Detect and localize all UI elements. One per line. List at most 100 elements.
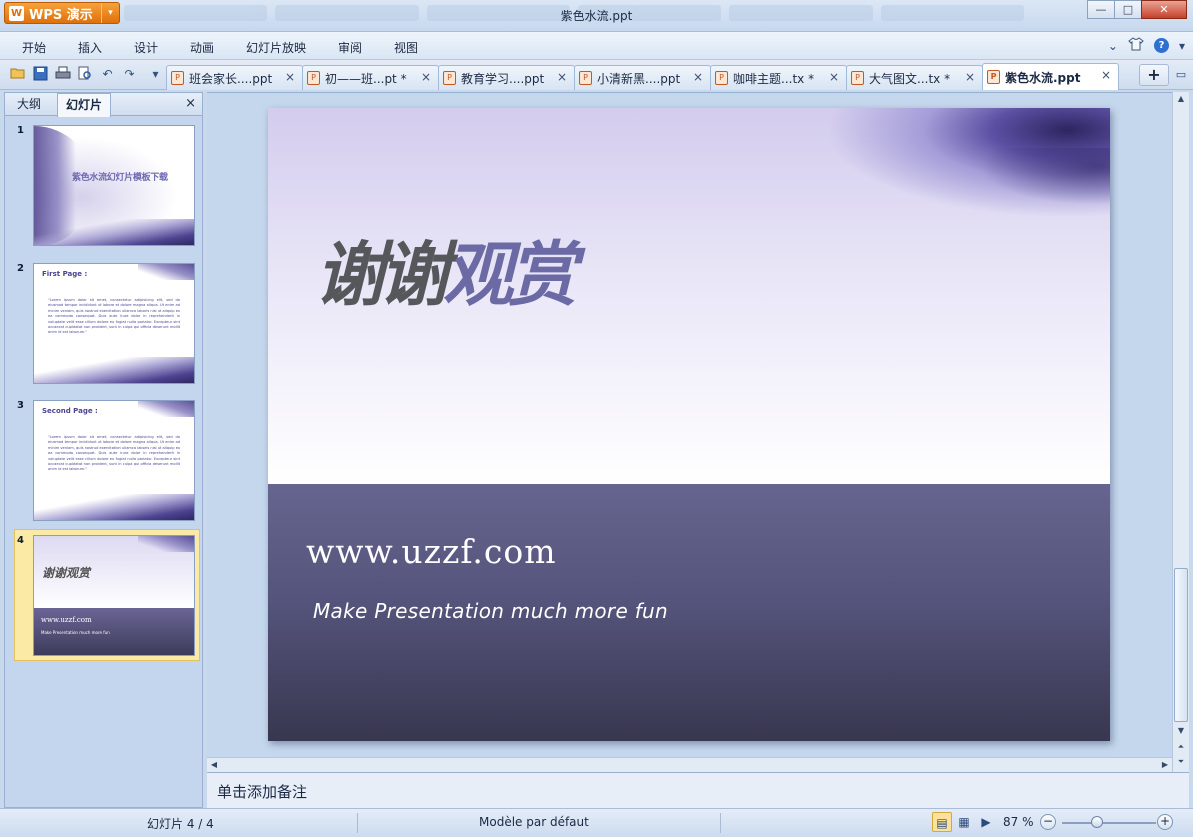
- notes-pane[interactable]: 单击添加备注: [207, 772, 1189, 808]
- doc-tab[interactable]: P 初——班...pt * ×: [302, 65, 439, 90]
- slide-thumbnail-1[interactable]: 紫色水流幻灯片模板下载: [33, 125, 195, 246]
- scroll-up-icon[interactable]: ▲: [1173, 92, 1189, 106]
- ribbon-toggle-chevron-icon[interactable]: ⌄: [1108, 39, 1118, 53]
- print-preview-icon[interactable]: [76, 66, 93, 83]
- doc-tab[interactable]: P 小清新黑....ppt ×: [574, 65, 711, 90]
- water-splash-graphic: [138, 401, 194, 417]
- ppt-file-icon: P: [987, 70, 1000, 84]
- slide-thumbnail-4[interactable]: 谢谢观赏 www.uzzf.com Make Presentation much…: [33, 535, 195, 656]
- zoom-out-button[interactable]: −: [1040, 814, 1056, 830]
- print-icon[interactable]: [54, 66, 71, 83]
- scroll-right-icon[interactable]: ▶: [1158, 758, 1172, 772]
- slideshow-play-icon[interactable]: ▶: [976, 812, 996, 832]
- title-bar: W WPS 演示 ▾ 紫色水流.ppt — □ ✕: [0, 0, 1193, 32]
- status-divider: [357, 813, 358, 833]
- menu-slideshow[interactable]: 幻灯片放映: [246, 39, 306, 56]
- minimize-button[interactable]: —: [1087, 0, 1115, 19]
- redo-icon[interactable]: ↷: [121, 66, 138, 83]
- close-tab-icon[interactable]: ×: [965, 70, 975, 84]
- scrollbar-thumb[interactable]: [1174, 568, 1188, 722]
- menu-home[interactable]: 开始: [22, 39, 46, 56]
- close-tab-icon[interactable]: ×: [285, 70, 295, 84]
- next-slide-icon[interactable]: ⏷: [1173, 755, 1189, 769]
- slide-number: 1: [17, 125, 24, 136]
- thumb-title: 紫色水流幻灯片模板下载: [72, 173, 168, 183]
- doc-tab-active[interactable]: P 紫色水流.ppt ×: [982, 63, 1119, 90]
- panel-tabs: 大纲 幻灯片 ×: [5, 93, 202, 117]
- notes-placeholder: 单击添加备注: [217, 783, 308, 801]
- ppt-file-icon: P: [715, 71, 728, 85]
- open-folder-icon[interactable]: [9, 66, 26, 83]
- ppt-file-icon: P: [443, 71, 456, 85]
- menu-view[interactable]: 视图: [394, 39, 418, 56]
- water-wave-graphic: [34, 494, 194, 520]
- water-splash-detail: [970, 148, 1110, 208]
- menu-animation[interactable]: 动画: [190, 39, 214, 56]
- close-tab-icon[interactable]: ×: [1101, 68, 1111, 82]
- zoom-slider-knob[interactable]: [1090, 816, 1103, 828]
- thumb-heading: First Page :: [42, 270, 88, 278]
- slide-sorter-icon[interactable]: ▦: [954, 812, 974, 832]
- doc-tab-label: 初——班...pt *: [325, 71, 407, 86]
- status-bar: 幻灯片 4 / 4 Modèle par défaut ▤ ▦ ▶ 87 % −…: [0, 808, 1193, 837]
- slide-number: 2: [17, 263, 24, 274]
- thumb-url: www.uzzf.com: [41, 616, 92, 624]
- scroll-down-icon[interactable]: ▼: [1173, 724, 1189, 738]
- close-window-button[interactable]: ✕: [1141, 0, 1187, 19]
- doc-tab-label: 咖啡主题...tx *: [733, 71, 815, 86]
- horizontal-scrollbar[interactable]: ◀ ▶: [207, 757, 1172, 772]
- slides-panel: 大纲 幻灯片 × 1 紫色水流幻灯片模板下载 2 First Page : "L…: [4, 92, 203, 808]
- normal-view-icon[interactable]: ▤: [932, 812, 952, 832]
- thumb-body-text: "Lorem ipsum dolor sit amet, consectetur…: [48, 298, 180, 335]
- doc-tab[interactable]: P 大气图文...tx * ×: [846, 65, 983, 90]
- undo-icon[interactable]: ↶: [99, 66, 116, 83]
- menu-bar: 开始 插入 设计 动画 幻灯片放映 审阅 视图 ⌄ ? ▾: [0, 32, 1193, 60]
- menu-insert[interactable]: 插入: [78, 39, 102, 56]
- close-tab-icon[interactable]: ×: [421, 70, 431, 84]
- save-icon[interactable]: [32, 66, 49, 83]
- doc-tab[interactable]: P 咖啡主题...tx * ×: [710, 65, 847, 90]
- doc-tab-label: 小清新黑....ppt: [597, 71, 681, 86]
- doc-tab-label: 班会家长....ppt: [189, 71, 273, 86]
- doc-tab[interactable]: P 教育学习....ppt ×: [438, 65, 575, 90]
- ppt-file-icon: P: [579, 71, 592, 85]
- thumb-title: 谢谢观赏: [42, 566, 91, 580]
- slide-thumbnail-3[interactable]: Second Page : "Lorem ipsum dolor sit ame…: [33, 400, 195, 521]
- tab-list-icon[interactable]: ▭: [1172, 66, 1190, 84]
- scroll-left-icon[interactable]: ◀: [207, 758, 221, 772]
- slide-subtitle[interactable]: Make Presentation much more fun: [313, 599, 668, 623]
- help-dropdown-icon[interactable]: ▾: [1179, 39, 1185, 53]
- thumb-heading: Second Page :: [42, 407, 98, 415]
- menu-review[interactable]: 审阅: [338, 39, 362, 56]
- close-tab-icon[interactable]: ×: [829, 70, 839, 84]
- tab-outline[interactable]: 大纲: [9, 93, 49, 116]
- ppt-file-icon: P: [171, 71, 184, 85]
- template-name: Modèle par défaut: [479, 815, 589, 829]
- doc-tab-label: 教育学习....ppt: [461, 71, 545, 86]
- ppt-file-icon: P: [851, 71, 864, 85]
- thumb-bottom-band: www.uzzf.com Make Presentation much more…: [34, 608, 194, 655]
- customize-toolbar-icon[interactable]: ▾: [147, 66, 164, 83]
- slide-thumbnail-2[interactable]: First Page : "Lorem ipsum dolor sit amet…: [33, 263, 195, 384]
- close-tab-icon[interactable]: ×: [693, 70, 703, 84]
- doc-tab[interactable]: P 班会家长....ppt ×: [166, 65, 303, 90]
- close-panel-icon[interactable]: ×: [185, 96, 196, 111]
- slide-title[interactable]: 谢谢观赏: [315, 240, 577, 310]
- zoom-level[interactable]: 87 %: [1003, 815, 1034, 829]
- zoom-in-button[interactable]: +: [1157, 814, 1173, 830]
- water-splash-graphic: [138, 536, 194, 552]
- maximize-button[interactable]: □: [1114, 0, 1142, 19]
- help-icon[interactable]: ?: [1153, 38, 1169, 53]
- new-tab-button[interactable]: +: [1139, 64, 1169, 86]
- vertical-scrollbar[interactable]: ▲ ▼ ⏶ ⏷: [1172, 92, 1189, 772]
- zoom-slider-track[interactable]: [1062, 822, 1156, 824]
- previous-slide-icon[interactable]: ⏶: [1173, 740, 1189, 754]
- slide-canvas[interactable]: 谢谢观赏 www.uzzf.com Make Presentation much…: [268, 108, 1110, 741]
- slide-title-part-purple: 观赏: [443, 234, 577, 316]
- document-tabs: P 班会家长....ppt × P 初——班...pt * × P 教育学习..…: [166, 63, 1119, 90]
- shirt-icon[interactable]: [1128, 37, 1144, 54]
- tab-slides[interactable]: 幻灯片: [57, 93, 112, 117]
- menu-design[interactable]: 设计: [134, 39, 158, 56]
- close-tab-icon[interactable]: ×: [557, 70, 567, 84]
- slide-url-text[interactable]: www.uzzf.com: [306, 532, 557, 571]
